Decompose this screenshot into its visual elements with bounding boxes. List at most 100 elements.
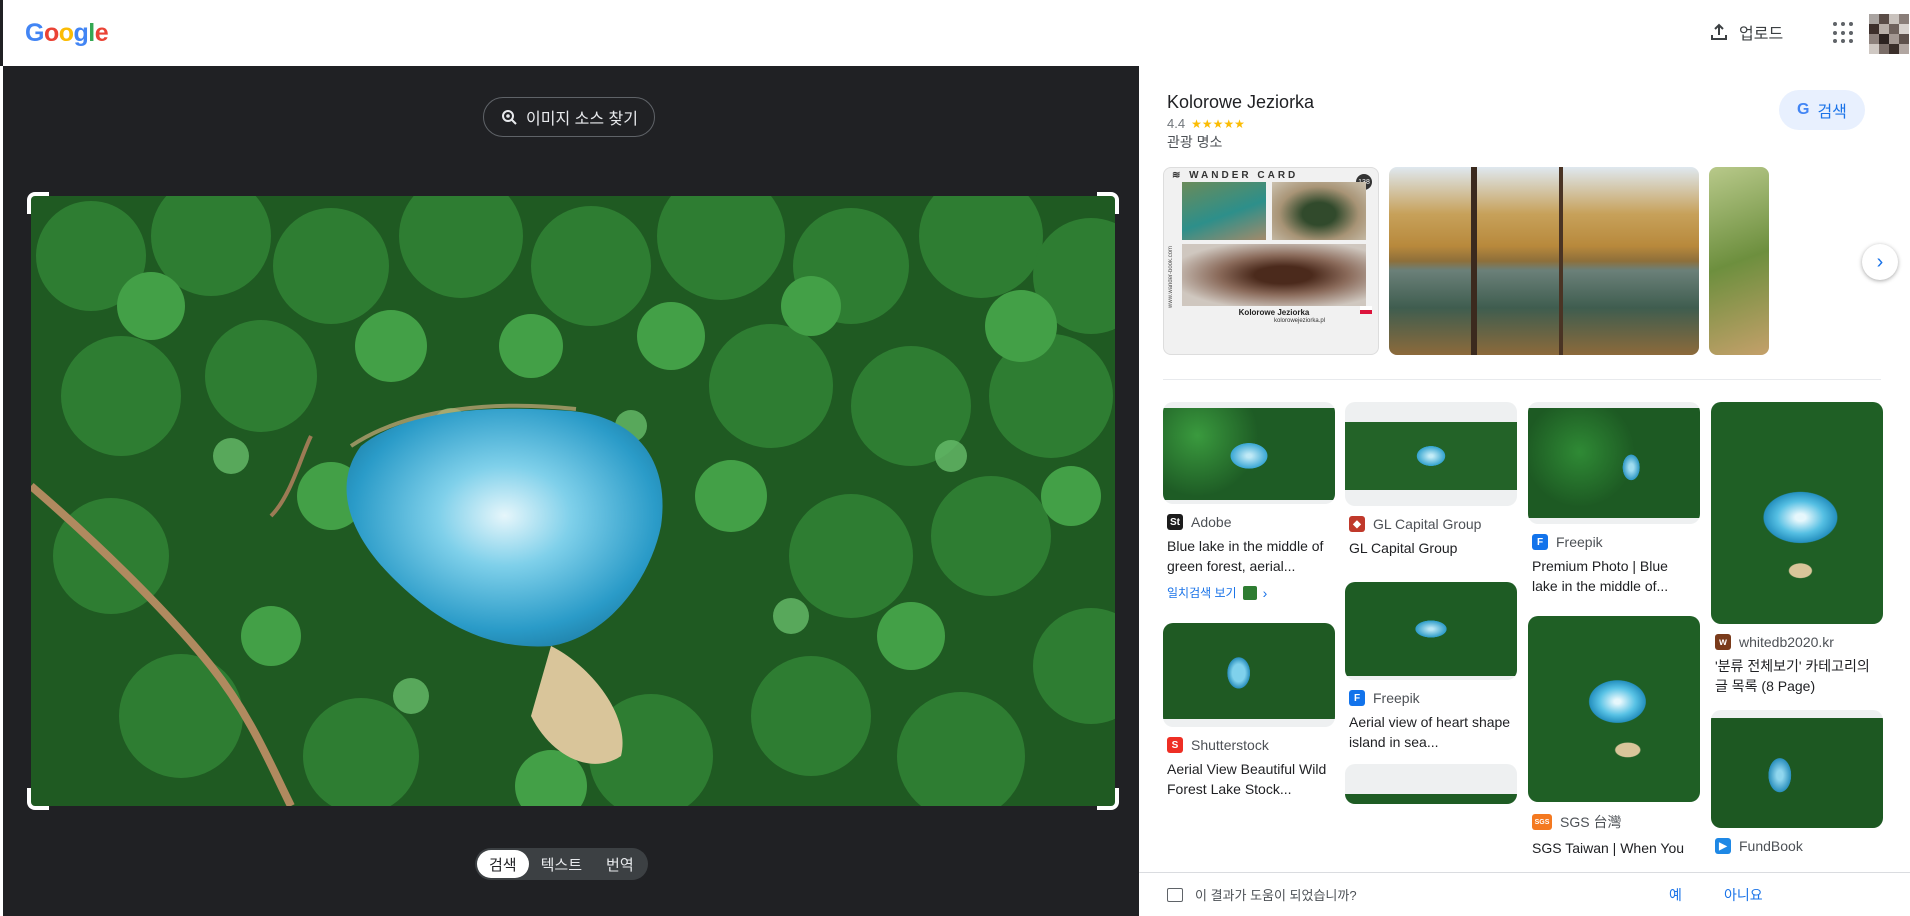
result-source: SGS 台灣 [1560,814,1622,830]
chevron-right-icon: › [1262,584,1268,601]
fundbook-favicon-icon: ▶ [1715,838,1731,854]
results-panel: Kolorowe Jeziorka 4.4 ★★★★★ 관광 명소 G 검색 ≋… [1139,66,1910,916]
logo-letter: e [94,19,109,47]
logo-letter: g [73,19,89,47]
adobe-favicon-icon: St [1167,514,1183,530]
postcard-caption: Kolorowe Jeziorka [1238,308,1310,317]
crop-handle-top-right[interactable] [1097,192,1119,214]
result-thumbnail [1711,718,1883,828]
carousel-image-postcard[interactable]: ≋ WANDER CARD 138 www.wander-book.com Ko… [1163,167,1379,355]
match-label: 일치검색 보기 [1167,586,1237,600]
results-column-4: w whitedb2020.kr '분류 전체보기' 카테고리의 글 목록 (8 … [1711,402,1883,866]
entity-rating: 4.4 ★★★★★ [1167,116,1245,131]
section-divider [1163,379,1881,380]
result-title: SGS Taiwan | When You [1532,840,1685,856]
crop-handle-bottom-right[interactable] [1097,788,1119,810]
result-card[interactable]: S Shutterstock Aerial View Beautiful Wild… [1163,623,1335,799]
logo-letter: G [25,19,44,47]
result-thumbnail [1528,408,1700,518]
result-source: GL Capital Group [1373,516,1482,532]
lens-search-icon [502,110,517,125]
lens-image-panel: 이미지 소스 찾기 검색 텍스트 번역 [3,66,1139,916]
upload-icon [1711,23,1727,40]
exact-match-link[interactable]: 일치검색 보기 › [1163,584,1335,601]
results-column-3: F Freepik Premium Photo | Blue lake in th… [1528,402,1700,870]
result-card[interactable]: F Freepik Aerial view of heart shape isla… [1345,582,1517,752]
result-card[interactable]: w whitedb2020.kr '분류 전체보기' 카테고리의 글 목록 (8 … [1711,402,1883,696]
query-image [31,196,1115,806]
result-thumbnail [1163,623,1335,719]
mode-search-tab[interactable]: 검색 [477,850,529,878]
result-thumbnail [1528,616,1700,802]
rating-stars-icon: ★★★★★ [1191,116,1245,131]
google-search-label: 검색 [1817,104,1847,121]
shutterstock-favicon-icon: S [1167,737,1183,753]
result-source: Freepik [1373,690,1420,706]
crop-handle-top-left[interactable] [27,192,49,214]
result-card[interactable]: F Freepik Premium Photo | Blue lake in th… [1528,402,1700,596]
result-card[interactable]: ◆ GL Capital Group GL Capital Group [1345,402,1517,558]
carousel-next-button[interactable]: › [1862,244,1898,280]
whitedb-favicon-icon: w [1715,634,1731,650]
gl-capital-favicon-icon: ◆ [1349,516,1365,532]
entity-title[interactable]: Kolorowe Jeziorka [1167,92,1314,113]
crop-handle-bottom-left[interactable] [27,788,49,810]
feedback-no-button[interactable]: 아니요 [1724,885,1763,905]
result-thumbnail [1163,408,1335,500]
postcard-site: kolorowejeziorka.pl [1274,318,1326,324]
result-thumbnail [1711,402,1883,624]
feedback-question: 이 결과가 도움이 되었습니까? [1195,888,1357,903]
result-title: Blue lake in the middle of green forest,… [1167,538,1324,574]
logo-letter: o [43,19,59,47]
chevron-right-icon: › [1876,250,1884,273]
mode-translate-tab[interactable]: 번역 [594,850,646,878]
lens-mode-switch: 검색 텍스트 번역 [475,848,648,880]
apps-grid-icon[interactable] [1833,22,1855,44]
result-thumbnail [1345,422,1517,490]
avatar[interactable] [1869,14,1909,54]
feedback-bar: 이 결과가 도움이 되었습니까? 예 아니요 [1139,872,1910,916]
result-title: '분류 전체보기' 카테고리의 글 목록 (8 Page) [1715,658,1870,694]
result-source: Freepik [1556,534,1603,550]
rating-value: 4.4 [1167,116,1186,131]
freepik-favicon-icon: F [1349,690,1365,706]
lens-page: Google 업로드 이미지 소스 찾기 검색 텍스트 번역 Kolorowe … [0,0,1910,916]
sgs-favicon-icon: SGS [1532,814,1552,830]
result-thumbnail [1345,582,1517,676]
feedback-icon [1167,887,1183,902]
carousel-image-lake-reflection[interactable] [1389,167,1699,355]
google-search-button[interactable]: G 검색 [1779,90,1865,130]
entity-category: 관광 명소 [1167,134,1223,150]
result-title: Aerial view of heart shape island in sea… [1349,714,1511,750]
result-thumbnail [1345,794,1517,804]
match-thumb-icon [1242,585,1257,600]
results-column-2: ◆ GL Capital Group GL Capital Group F Free… [1345,402,1517,816]
google-logo[interactable]: Google [25,19,109,48]
postcard-url: www.wander-book.com [1168,245,1174,308]
result-title: Aerial View Beautiful Wild Forest Lake S… [1167,761,1327,797]
result-source: FundBook [1739,838,1803,854]
result-card[interactable]: St Adobe Blue lake in the middle of green… [1163,402,1335,601]
result-card[interactable] [1345,764,1517,804]
find-source-label: 이미지 소스 찾기 [526,111,638,128]
result-source: Shutterstock [1191,737,1269,753]
carousel-image-forest[interactable] [1709,167,1769,355]
find-image-source-button[interactable]: 이미지 소스 찾기 [483,97,655,137]
feedback-yes-button[interactable]: 예 [1669,885,1682,905]
result-title: Premium Photo | Blue lake in the middle … [1532,558,1669,594]
google-g-icon: G [1797,101,1810,118]
freepik-favicon-icon: F [1532,534,1548,550]
upload-button[interactable]: 업로드 [1709,20,1783,44]
result-source: whitedb2020.kr [1739,634,1834,650]
logo-letter: o [58,19,74,47]
result-title: GL Capital Group [1349,540,1458,556]
result-card[interactable]: ▶ FundBook [1711,710,1883,854]
mode-text-tab[interactable]: 텍스트 [529,850,594,878]
top-header: Google 업로드 [0,0,1910,66]
result-card[interactable]: SGS SGS 台灣 SGS Taiwan | When You [1528,616,1700,858]
results-column-1: St Adobe Blue lake in the middle of green… [1163,402,1335,811]
upload-label: 업로드 [1739,26,1784,43]
entity-image-carousel: ≋ WANDER CARD 138 www.wander-book.com Ko… [1163,167,1903,357]
result-source: Adobe [1191,514,1232,530]
postcard-brand: WANDER CARD [1189,170,1299,181]
